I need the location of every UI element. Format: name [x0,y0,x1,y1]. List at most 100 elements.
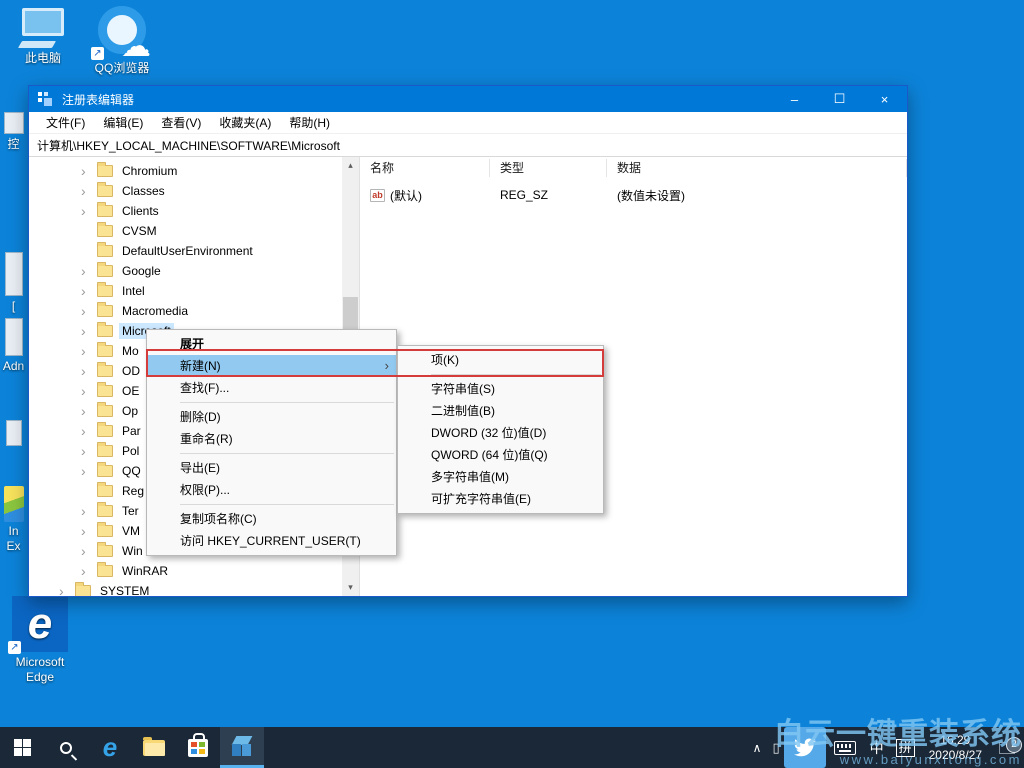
tree-item-cvsm[interactable]: .CVSM [29,221,359,241]
folder-icon [97,322,113,337]
tree-item-label: Pol [122,444,140,458]
address-bar[interactable]: 计算机\HKEY_LOCAL_MACHINE\SOFTWARE\Microsof… [29,134,907,157]
taskbar-explorer-button[interactable] [132,727,176,768]
shortcut-arrow-icon: ↗ [91,47,104,60]
chevron-right-icon[interactable]: › [81,324,97,338]
scroll-down-icon[interactable]: ▾ [342,579,359,596]
folder-icon [97,422,113,437]
tree-item-macromedia[interactable]: › Macromedia [29,301,359,321]
close-button[interactable]: × [862,86,907,112]
chevron-right-icon[interactable]: › [81,184,97,198]
icon-label: QQ浏览器 [94,61,150,75]
tree-item-label: SYSTEM [100,584,150,596]
tree-item-intel[interactable]: › Intel [29,281,359,301]
submenu-item-string-value[interactable]: 字符串值(S) [398,378,603,400]
submenu-item-key[interactable]: 项(K) [398,349,603,371]
folder-icon [97,462,113,477]
submenu-item-multi-string-value[interactable]: 多字符串值(M) [398,466,603,488]
chevron-right-icon[interactable]: › [81,264,97,278]
desktop-icon-internet-explorer[interactable]: In Ex [0,486,27,554]
folder-icon [97,342,113,357]
tree-item-label: Par [122,424,141,438]
chevron-right-icon[interactable]: › [81,284,97,298]
tree-item-winrar[interactable]: › WinRAR [29,561,359,581]
tree-item-classes[interactable]: › Classes [29,181,359,201]
desktop-icon-this-pc[interactable]: 此电脑 [10,8,76,66]
submenu-item-expandable-string-value[interactable]: 可扩充字符串值(E) [398,488,603,510]
desktop-icon-microsoft-edge[interactable]: e ↗ Microsoft Edge [6,596,74,685]
taskbar-edge-button[interactable]: e [88,727,132,768]
menu-item-copy-key-name[interactable]: 复制项名称(C) [147,508,396,530]
chevron-right-icon[interactable]: › [81,204,97,218]
submenu-item-qword-value[interactable]: QWORD (64 位)值(Q) [398,444,603,466]
value-row-default[interactable]: ab (默认) REG_SZ (数值未设置) [360,185,907,205]
menu-favorites[interactable]: 收藏夹(A) [210,112,280,133]
submenu-item-dword-value[interactable]: DWORD (32 位)值(D) [398,422,603,444]
tree-item-clients[interactable]: › Clients [29,201,359,221]
time: 16:29 [940,732,971,747]
desktop-icon-partial-1[interactable]: 控 [0,112,27,152]
tree-item-label: WinRAR [122,564,169,578]
menu-item-new[interactable]: 新建(N) › [147,355,396,377]
taskbar-store-button[interactable] [176,727,220,768]
menu-view[interactable]: 查看(V) [152,112,210,133]
tray-twitter-button[interactable] [783,727,826,768]
chevron-right-icon[interactable]: › [81,404,97,418]
chevron-right-icon[interactable]: › [81,444,97,458]
desktop-icon-qq-browser[interactable]: ☁ ↗ QQ浏览器 [84,6,160,76]
desktop-icon-partial-3[interactable]: Adn [0,318,27,374]
column-header-data[interactable]: 数据 [607,159,907,177]
chevron-right-icon[interactable]: › [81,504,97,518]
minimize-button[interactable]: – [772,86,817,112]
tree-item-chromium[interactable]: › Chromium [29,161,359,181]
chevron-up-icon[interactable]: ∧ [746,741,769,755]
tree-item-google[interactable]: › Google [29,261,359,281]
tray-display-icon[interactable]: ▯ [768,740,783,756]
submenu-item-binary-value[interactable]: 二进制值(B) [398,400,603,422]
menu-item-permissions[interactable]: 权限(P)... [147,479,396,501]
notification-button[interactable]: 2 [990,727,1024,768]
menu-edit[interactable]: 编辑(E) [94,112,152,133]
chevron-right-icon[interactable]: › [81,384,97,398]
column-header-type[interactable]: 类型 [490,159,607,177]
clock[interactable]: 16:29 2020/8/27 [921,733,990,763]
ime-pinyin-indicator[interactable]: 拼 [895,738,915,757]
menu-item-delete[interactable]: 删除(D) [147,406,396,428]
desktop-icon-partial-4[interactable] [0,420,27,446]
tree-item-label: CVSM [122,224,157,238]
chevron-right-icon[interactable]: › [81,524,97,538]
menu-item-goto-hkcu[interactable]: 访问 HKEY_CURRENT_USER(T) [147,530,396,552]
ime-language-indicator[interactable]: 中 [864,738,890,758]
chevron-right-icon[interactable]: › [81,344,97,358]
windows-logo-icon [13,739,31,756]
menu-item-export[interactable]: 导出(E) [147,457,396,479]
menu-file[interactable]: 文件(F) [37,112,94,133]
maximize-button[interactable]: ☐ [817,86,862,112]
menu-help[interactable]: 帮助(H) [280,112,339,133]
chevron-right-icon[interactable]: › [81,564,97,578]
chevron-right-icon[interactable]: › [81,304,97,318]
folder-icon [97,262,113,277]
menu-item-expand[interactable]: 展开 [147,333,396,355]
title-bar[interactable]: 注册表编辑器 – ☐ × [29,86,907,112]
menu-item-rename[interactable]: 重命名(R) [147,428,396,450]
search-button[interactable] [44,727,88,768]
chevron-right-icon[interactable]: › [81,164,97,178]
desktop-icon-partial-2[interactable]: [ [0,252,27,314]
tree-item-defaultuserenvironment[interactable]: .DefaultUserEnvironment [29,241,359,261]
scroll-up-icon[interactable]: ▴ [342,157,359,174]
menu-item-find[interactable]: 查找(F)... [147,377,396,399]
chevron-right-icon[interactable]: › [81,464,97,478]
value-type: REG_SZ [500,188,549,202]
tree-item-system[interactable]: › SYSTEM [29,581,359,596]
chevron-right-icon[interactable]: › [81,424,97,438]
touch-keyboard-icon[interactable] [833,740,856,755]
folder-icon [97,242,113,257]
chevron-right-icon[interactable]: › [81,364,97,378]
chevron-right-icon[interactable]: › [81,544,97,558]
chevron-right-icon[interactable]: › [59,584,75,596]
taskbar-regedit-button[interactable] [220,727,264,768]
start-button[interactable] [0,727,44,768]
column-header-name[interactable]: 名称 [360,159,490,177]
tree-item-label: Ter [122,504,139,518]
